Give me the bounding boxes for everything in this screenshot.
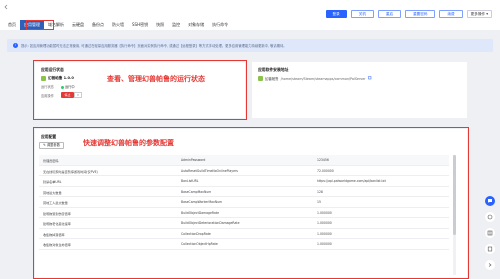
- tab-firewall[interactable]: 防火墙: [108, 20, 128, 30]
- more-actions-dropdown[interactable]: 更多操作 ▾: [466, 10, 492, 18]
- tab-highlight-frame: [26, 20, 54, 30]
- tab-home[interactable]: 首页: [4, 20, 20, 30]
- page: 首页 应用管理 域名解析 云硬盘 备份点 防火墙 SSH密钥 快照 监控 对象存…: [0, 0, 500, 279]
- renew-button[interactable]: 续费: [439, 10, 463, 18]
- more-actions-label: 更多操作: [470, 12, 486, 16]
- app-path-value: /home/steam/Steam/steamapps/common/PalSe…: [280, 76, 366, 81]
- tab-object-storage[interactable]: 对象存储: [184, 20, 208, 30]
- collapse-icon[interactable]: [485, 260, 495, 270]
- info-notice: i 提示: 如应用管理功能暂时无法正常使用, 可通过在轻量应用服务器【执行命令】…: [7, 39, 493, 52]
- tab-run-command[interactable]: 执行命令: [208, 20, 232, 30]
- notice-text: 提示: 如应用管理功能暂时无法正常使用, 可通过在轻量应用服务器【执行命令】页面…: [21, 44, 287, 48]
- info-icon: i: [13, 43, 18, 48]
- chat-icon[interactable]: [485, 196, 495, 206]
- login-button[interactable]: 登录: [325, 10, 347, 18]
- settings-highlight-frame: [33, 127, 469, 279]
- app-path-label: 幻兽帕鲁: [265, 77, 279, 81]
- app-path-logo-icon: [258, 76, 263, 81]
- tab-backup[interactable]: 备份点: [88, 20, 108, 30]
- app-path-title: 应用软件安装地址: [258, 67, 289, 72]
- status-highlight-frame: [33, 60, 247, 120]
- top-bar: 首页 应用管理 域名解析 云硬盘 备份点 防火墙 SSH密钥 快照 监控 对象存…: [0, 0, 500, 30]
- book-icon[interactable]: [485, 244, 495, 254]
- reset-password-button[interactable]: 重置密码: [405, 10, 436, 18]
- feedback-icon[interactable]: [485, 212, 495, 222]
- app-path-row: 幻兽帕鲁 /home/steam/Steam/steamapps/common/…: [258, 76, 372, 81]
- tab-ssh-keys[interactable]: SSH密钥: [128, 20, 152, 30]
- tab-monitor[interactable]: 监控: [168, 20, 184, 30]
- grid-icon[interactable]: [485, 228, 495, 238]
- tab-snapshot[interactable]: 快照: [152, 20, 168, 30]
- shutdown-button[interactable]: 关机: [350, 10, 374, 18]
- restart-button[interactable]: 重启: [377, 10, 402, 18]
- tab-cloud-disk[interactable]: 云硬盘: [68, 20, 88, 30]
- chevron-down-icon: ▾: [486, 12, 488, 16]
- header-actions: 登录 关机 重启 重置密码 续费 更多操作 ▾: [325, 10, 492, 18]
- copy-icon[interactable]: [367, 76, 372, 81]
- back-icon[interactable]: [3, 4, 11, 12]
- app-path-card: 应用软件安装地址 幻兽帕鲁 /home/steam/Steam/steamapp…: [252, 62, 467, 118]
